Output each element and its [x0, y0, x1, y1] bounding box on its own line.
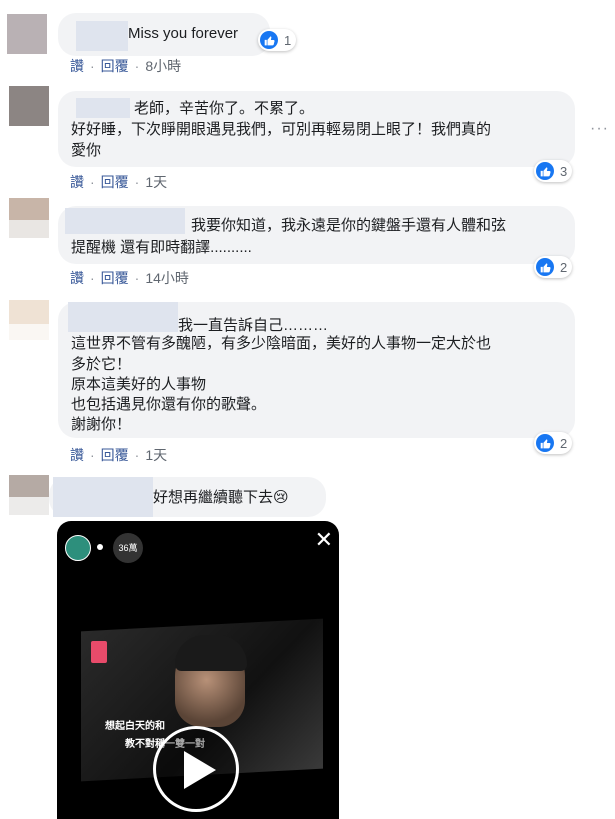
- reaction-count[interactable]: 2: [534, 432, 573, 454]
- separator: ·: [90, 270, 95, 286]
- thumbs-up-icon: [536, 434, 554, 452]
- avatar[interactable]: [9, 86, 49, 126]
- reaction-number: 2: [560, 259, 568, 275]
- reply-link[interactable]: 回覆: [101, 268, 129, 288]
- comment-actions: 讚 · 回覆 · 1天: [70, 172, 167, 192]
- separator: ·: [134, 58, 140, 74]
- redacted-name: [68, 302, 178, 332]
- comment-bubble: Miss you forever: [58, 13, 270, 56]
- comment-bubble: 我要你知道，我永遠是你的鍵盤手還有人體和弦 提醒機 還有即時翻譯........…: [58, 206, 575, 264]
- comment-text: 這世界不管有多醜陋，有多少陰暗面，美好的人事物一定大於也: [71, 335, 492, 352]
- comment-bubble: 老師，辛苦你了。不累了。 好好睡，下次睜開眼遇見我們，可別再輕易閉上眼了！我們真…: [58, 91, 575, 167]
- timestamp[interactable]: 1天: [145, 172, 167, 192]
- redacted-name: [65, 208, 185, 234]
- like-link[interactable]: 讚: [70, 56, 84, 76]
- dot-icon: [97, 544, 103, 550]
- like-link[interactable]: 讚: [70, 172, 84, 192]
- timestamp[interactable]: 14小時: [145, 268, 189, 288]
- avatar[interactable]: [9, 198, 49, 238]
- play-button[interactable]: [153, 726, 239, 812]
- comment-text: 提醒機 還有即時翻譯..........: [71, 239, 252, 256]
- comment-bubble: 好想再繼續聽下去😢: [49, 477, 326, 517]
- comment-text: Miss you forever: [128, 25, 239, 42]
- viewer-count: 36萬: [113, 533, 143, 563]
- separator: ·: [90, 58, 95, 74]
- like-link[interactable]: 讚: [70, 445, 84, 465]
- comment-text: 我要你知道，我永遠是你的鍵盤手還有人體和弦: [191, 217, 507, 234]
- reaction-count[interactable]: 1: [258, 29, 297, 51]
- redacted-name: [53, 477, 153, 517]
- thumbs-up-icon: [536, 162, 554, 180]
- comment-actions: 讚 · 回覆 · 8小時: [70, 56, 181, 76]
- more-options-icon[interactable]: ···: [590, 120, 609, 138]
- video-subtitle: 想起白天的和: [105, 721, 165, 732]
- close-icon[interactable]: ✕: [315, 529, 333, 551]
- comment-text: 謝謝你！: [71, 416, 132, 433]
- reply-link[interactable]: 回覆: [101, 56, 129, 76]
- separator: ·: [134, 447, 140, 463]
- reaction-count[interactable]: 3: [534, 160, 573, 182]
- thumbs-up-icon: [536, 258, 554, 276]
- reaction-count[interactable]: 2: [534, 256, 573, 278]
- redacted-name: [76, 21, 128, 51]
- separator: ·: [90, 174, 95, 190]
- timestamp[interactable]: 8小時: [145, 56, 181, 76]
- video-attachment[interactable]: 36萬 ✕ 想起白天的和 教不對稱一雙一對: [57, 521, 339, 819]
- reply-link[interactable]: 回覆: [101, 445, 129, 465]
- separator: ·: [90, 447, 95, 463]
- comment-text: 好想再繼續聽下去😢: [153, 489, 289, 506]
- comment-text: 好好睡，下次睜開眼遇見我們，可別再輕易閉上眼了！我們真的: [71, 121, 492, 138]
- thumbs-up-icon: [260, 31, 278, 49]
- timestamp[interactable]: 1天: [145, 445, 167, 465]
- video-avatar: [65, 535, 91, 561]
- reaction-number: 1: [284, 32, 292, 48]
- comment-actions: 讚 · 回覆 · 14小時: [70, 268, 189, 288]
- avatar[interactable]: [9, 300, 49, 340]
- reply-link[interactable]: 回覆: [101, 172, 129, 192]
- play-icon: [184, 751, 216, 789]
- redacted-name: [76, 98, 130, 118]
- comment-bubble: 我一直告訴自己……… 這世界不管有多醜陋，有多少陰暗面，美好的人事物一定大於也 …: [58, 302, 575, 438]
- like-link[interactable]: 讚: [70, 268, 84, 288]
- comment-text: 愛你: [71, 142, 102, 159]
- reaction-number: 3: [560, 163, 568, 179]
- avatar[interactable]: [9, 475, 49, 515]
- comment-actions: 讚 · 回覆 · 1天: [70, 445, 167, 465]
- separator: ·: [134, 174, 140, 190]
- comment-text: 也包括遇見你還有你的歌聲。: [71, 396, 267, 413]
- avatar[interactable]: [7, 14, 47, 54]
- comment-text: 多於它！: [71, 356, 132, 373]
- channel-logo: [91, 641, 107, 663]
- comment-text: 原本這美好的人事物: [71, 376, 207, 393]
- reaction-number: 2: [560, 435, 568, 451]
- separator: ·: [134, 270, 140, 286]
- comment-text: 老師，辛苦你了。不累了。: [134, 100, 315, 117]
